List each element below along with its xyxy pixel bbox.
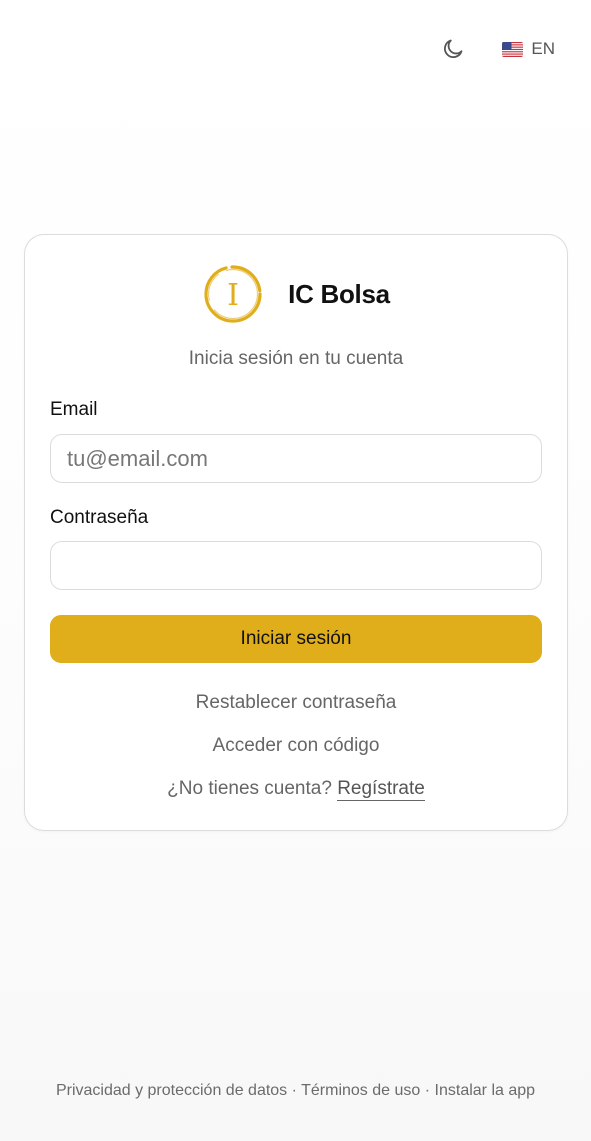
footer: Privacidad y protección de datos · Térmi… <box>24 1078 567 1103</box>
password-field[interactable] <box>50 541 542 590</box>
privacy-link[interactable]: Privacidad y protección de datos <box>56 1082 287 1099</box>
logo-letter: I <box>227 278 239 313</box>
register-link[interactable]: Regístrate <box>337 778 425 801</box>
brand-name: IC Bolsa <box>288 278 390 309</box>
code-access-link[interactable]: Acceder con código <box>213 735 380 756</box>
language-switcher[interactable]: EN <box>502 39 555 59</box>
reset-password-row: Restablecer contraseña <box>25 692 567 714</box>
ic-bolsa-logo: I <box>204 265 262 323</box>
code-access-row: Acceder con código <box>25 735 567 757</box>
register-row: ¿No tienes cuenta? Regístrate <box>25 778 567 801</box>
login-subtitle: Inicia sesión en tu cuenta <box>188 348 404 369</box>
brand-header: I IC Bolsa <box>25 263 567 325</box>
login-card: I IC Bolsa Inicia sesión en tu cuenta Em… <box>24 234 568 831</box>
reset-password-link[interactable]: Restablecer contraseña <box>196 692 397 713</box>
top-bar: EN <box>440 36 555 62</box>
email-label: Email <box>50 399 98 420</box>
login-button[interactable]: Iniciar sesión <box>50 615 542 663</box>
footer-separator: · <box>424 1082 435 1099</box>
language-label: EN <box>531 39 555 58</box>
password-label: Contraseña <box>50 507 149 528</box>
no-account-text: ¿No tienes cuenta? <box>167 778 338 799</box>
moon-icon <box>444 39 463 58</box>
terms-link[interactable]: Términos de uso <box>301 1082 420 1099</box>
us-flag-icon <box>502 41 524 57</box>
email-field[interactable] <box>50 434 542 483</box>
theme-toggle-button[interactable] <box>440 36 466 62</box>
footer-separator: · <box>291 1082 302 1099</box>
install-app-link[interactable]: Instalar la app <box>435 1082 536 1099</box>
